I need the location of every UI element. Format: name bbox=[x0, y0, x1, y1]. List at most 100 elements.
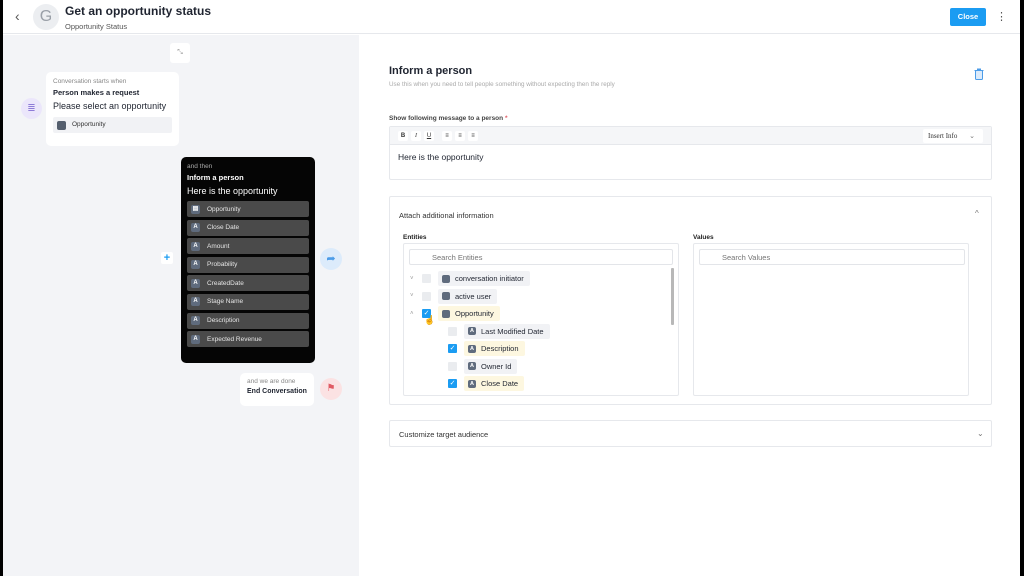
search-entities-input[interactable] bbox=[409, 249, 673, 265]
chevron-down-icon[interactable]: ˅ bbox=[410, 276, 416, 282]
entity-tag[interactable]: Opportunity bbox=[438, 306, 500, 321]
start-message: Please select an opportunity bbox=[53, 101, 167, 111]
align-right-button[interactable]: ≡ bbox=[468, 131, 478, 141]
bot-avatar: G bbox=[33, 4, 59, 30]
step-field-label: Opportunity bbox=[207, 205, 241, 213]
close-button[interactable]: Close bbox=[950, 8, 986, 26]
back-icon[interactable]: ‹ bbox=[15, 9, 27, 23]
editor-toolbar: B I U ≡ ≡ ≡ Insert Info ⌄ bbox=[390, 127, 991, 145]
message-label: Show following message to a person * bbox=[389, 115, 507, 122]
step-field-item[interactable]: A CreatedDate bbox=[187, 275, 309, 292]
step-field-label: Stage Name bbox=[207, 298, 244, 306]
collapse-icon[interactable]: ⤡ bbox=[170, 43, 190, 63]
header: ‹ G Get an opportunity status Opportunit… bbox=[3, 0, 1020, 34]
text-field-icon: A bbox=[191, 223, 200, 233]
text-field-icon: A bbox=[191, 334, 200, 344]
chevron-down-icon: ⌄ bbox=[969, 132, 975, 140]
start-trigger: Person makes a request bbox=[53, 88, 140, 97]
entities-label: Entities bbox=[403, 234, 427, 241]
inform-node[interactable]: and then Inform a person Here is the opp… bbox=[181, 157, 315, 363]
step-editor-panel: Inform a person Use this when you need t… bbox=[360, 35, 1020, 576]
message-text[interactable]: Here is the opportunity bbox=[390, 145, 991, 169]
chevron-up-icon[interactable]: ˄ bbox=[410, 311, 416, 317]
entity-tree-row: ✓ A Close Date bbox=[448, 376, 525, 391]
attach-title: Attach additional information bbox=[399, 211, 494, 220]
entity-tree-row: ✓ A Description bbox=[448, 341, 525, 356]
step-field-item[interactable]: A Stage Name bbox=[187, 293, 309, 310]
end-node[interactable]: and we are done End Conversation bbox=[240, 373, 314, 406]
step-field-item[interactable]: A Close Date bbox=[187, 219, 309, 236]
entity-label: conversation initiator bbox=[455, 274, 524, 283]
text-field-icon: A bbox=[468, 379, 476, 388]
italic-button[interactable]: I bbox=[411, 131, 421, 141]
entity-label: Close Date bbox=[481, 379, 519, 388]
step-field-item[interactable]: A Probability bbox=[187, 256, 309, 273]
flow-canvas[interactable]: ⤡ ≣ Conversation starts when Person make… bbox=[3, 35, 359, 576]
step-field-label: CreatedDate bbox=[207, 279, 244, 287]
required-mark: * bbox=[504, 115, 508, 122]
chevron-down-icon: ⌄ bbox=[977, 429, 984, 438]
text-field-icon: A bbox=[191, 260, 200, 270]
step-field-item[interactable]: A Expected Revenue bbox=[187, 331, 309, 348]
page-subtitle: Opportunity Status bbox=[65, 22, 128, 31]
text-field-icon: A bbox=[468, 344, 476, 353]
chevron-down-icon[interactable]: ˅ bbox=[410, 293, 416, 299]
entity-tree-row: A Owner Id bbox=[448, 358, 518, 374]
entity-tag[interactable]: A Close Date bbox=[464, 376, 525, 391]
flag-icon: ⚑ bbox=[320, 378, 342, 400]
entity-tag[interactable]: A Last Modified Date bbox=[464, 323, 550, 339]
step-field-item[interactable]: A Amount bbox=[187, 238, 309, 255]
entity-checkbox[interactable] bbox=[448, 361, 457, 371]
trash-icon[interactable] bbox=[974, 68, 984, 80]
attach-info-section: Attach additional information ^ Entities… bbox=[389, 196, 992, 405]
customize-target-section[interactable]: Customize target audience ⌄ bbox=[389, 420, 992, 447]
more-options-icon[interactable]: ⋮ bbox=[996, 10, 1007, 24]
step-field-label: Close Date bbox=[207, 224, 240, 232]
start-caption: Conversation starts when bbox=[53, 78, 127, 85]
text-field-icon: A bbox=[468, 362, 476, 370]
text-field-icon: A bbox=[191, 278, 200, 288]
entity-label: Opportunity bbox=[455, 309, 494, 318]
step-field-label: Amount bbox=[207, 242, 230, 250]
target-title: Customize target audience bbox=[399, 430, 489, 439]
step-field-item[interactable]: ▤ Opportunity bbox=[187, 201, 309, 217]
start-node[interactable]: Conversation starts when Person makes a … bbox=[46, 72, 179, 146]
bold-button[interactable]: B bbox=[398, 131, 408, 141]
chevron-up-icon[interactable]: ^ bbox=[975, 209, 979, 218]
entity-tree-row: ˅ active user bbox=[410, 288, 498, 304]
message-label-text: Show following message to a person bbox=[389, 115, 504, 122]
entity-checkbox[interactable] bbox=[422, 291, 431, 301]
entity-tag[interactable]: active user bbox=[438, 288, 498, 304]
text-field-icon: A bbox=[191, 297, 200, 307]
entity-tag[interactable]: A Description bbox=[464, 341, 525, 356]
entity-icon bbox=[57, 120, 66, 130]
entity-checkbox[interactable] bbox=[448, 326, 457, 336]
message-editor[interactable]: B I U ≡ ≡ ≡ Insert Info ⌄ Here is the op… bbox=[389, 126, 992, 180]
entities-scrollbar[interactable] bbox=[671, 268, 674, 325]
step-field-label: Expected Revenue bbox=[207, 335, 262, 343]
end-action: End Conversation bbox=[247, 388, 307, 395]
app-window: ‹ G Get an opportunity status Opportunit… bbox=[3, 0, 1020, 576]
page-title: Get an opportunity status bbox=[65, 4, 212, 18]
underline-button[interactable]: U bbox=[424, 131, 434, 141]
search-values-input[interactable] bbox=[699, 249, 965, 265]
share-icon: ➦ bbox=[320, 248, 342, 270]
align-left-button[interactable]: ≡ bbox=[442, 131, 452, 141]
entity-checkbox[interactable] bbox=[422, 274, 431, 283]
entity-checkbox[interactable]: ✓ bbox=[448, 344, 457, 353]
entity-checkbox[interactable]: ✓ bbox=[448, 379, 457, 388]
chip-label: Opportunity bbox=[72, 121, 106, 128]
entities-list: ⌕ ˅conversation initiator˅active user˄✓O… bbox=[403, 243, 679, 396]
form-icon: ≣ bbox=[21, 98, 42, 119]
start-entity-chip: Opportunity bbox=[53, 117, 172, 133]
entity-tree-row: ˅ conversation initiator bbox=[410, 271, 530, 286]
entity-tag[interactable]: A Owner Id bbox=[464, 358, 518, 374]
entity-label: active user bbox=[455, 291, 492, 301]
add-step-button[interactable]: + bbox=[161, 252, 173, 264]
entity-tag[interactable]: conversation initiator bbox=[438, 271, 530, 286]
align-center-button[interactable]: ≡ bbox=[455, 131, 465, 141]
insert-info-dropdown[interactable]: Insert Info ⌄ bbox=[923, 129, 983, 143]
step-field-item[interactable]: A Description bbox=[187, 312, 309, 329]
step-message: Here is the opportunity bbox=[187, 186, 278, 196]
entity-label: Description bbox=[481, 344, 519, 353]
